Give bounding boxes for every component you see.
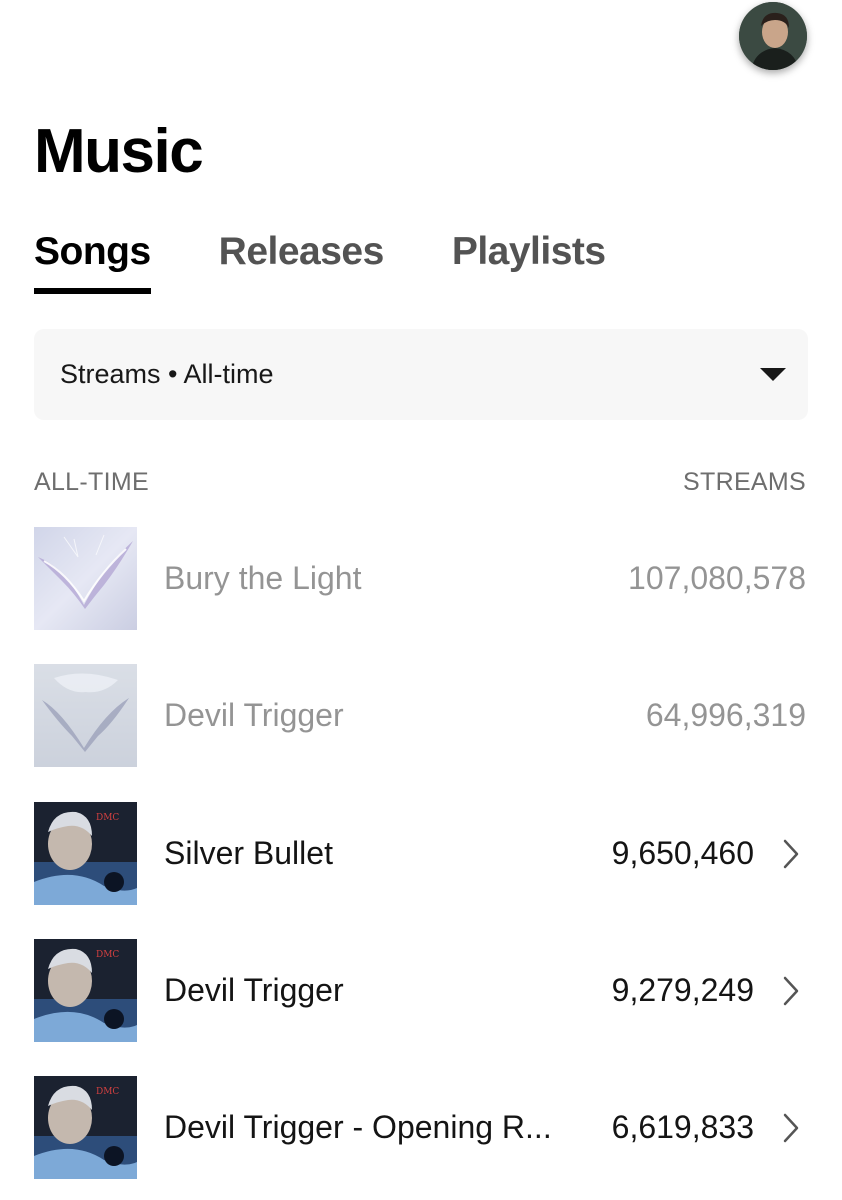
svg-text:DMC: DMC	[96, 1087, 119, 1097]
song-row[interactable]: DMC Silver Bullet 9,650,460	[34, 802, 806, 905]
album-art	[34, 527, 137, 630]
stream-count: 107,080,578	[628, 560, 806, 596]
stream-count: 64,996,319	[645, 697, 806, 733]
tab-playlists[interactable]: Playlists	[452, 226, 606, 278]
song-row[interactable]: DMC Devil Trigger - Opening R... 6,619,8…	[34, 1076, 806, 1179]
stream-count: 6,619,833	[611, 1109, 754, 1145]
song-title: Bury the Light	[164, 560, 362, 596]
svg-text:DMC: DMC	[96, 813, 119, 823]
tab-songs[interactable]: Songs	[34, 226, 151, 294]
filter-label: Streams • All-time	[60, 359, 274, 389]
streams-filter-dropdown[interactable]: Streams • All-time	[34, 329, 808, 420]
album-art: DMC	[34, 939, 137, 1042]
song-title: Devil Trigger	[164, 697, 344, 733]
chevron-right-icon[interactable]	[776, 976, 806, 1006]
caret-down-icon	[760, 368, 786, 381]
song-title: Devil Trigger	[164, 972, 344, 1008]
song-title: Devil Trigger - Opening R...	[164, 1109, 552, 1145]
stream-count: 9,279,249	[611, 972, 754, 1008]
svg-text:DMC: DMC	[96, 950, 119, 960]
column-header-all-time: ALL-TIME	[34, 468, 149, 496]
chevron-right-icon[interactable]	[776, 839, 806, 869]
profile-avatar[interactable]	[739, 2, 807, 70]
page-title: Music	[34, 117, 204, 186]
column-header-streams: STREAMS	[683, 468, 806, 496]
album-art: DMC	[34, 1076, 137, 1179]
chevron-right-icon[interactable]	[776, 1113, 806, 1143]
column-headers: ALL-TIME STREAMS	[34, 468, 806, 497]
album-art: DMC	[34, 802, 137, 905]
tab-bar: Songs Releases Playlists	[34, 226, 674, 298]
album-art	[34, 664, 137, 767]
song-row[interactable]: DMC Devil Trigger 9,279,249	[34, 939, 806, 1042]
avatar-image	[739, 2, 807, 70]
stream-count: 9,650,460	[611, 835, 754, 871]
tab-releases[interactable]: Releases	[219, 226, 385, 278]
song-row[interactable]: Devil Trigger 64,996,319	[34, 664, 806, 767]
song-title: Silver Bullet	[164, 835, 333, 871]
song-row[interactable]: Bury the Light 107,080,578	[34, 527, 806, 630]
